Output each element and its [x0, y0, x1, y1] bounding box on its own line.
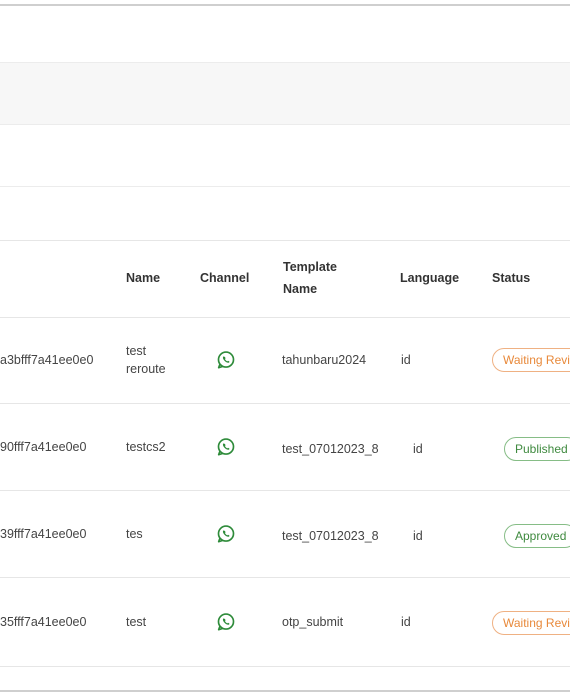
filter-row-3 [0, 125, 570, 187]
filter-row-1 [0, 6, 570, 63]
template-name: tahunbaru2024 [282, 353, 367, 367]
filter-row-4 [0, 187, 570, 241]
whatsapp-icon [217, 613, 235, 631]
template-display-name: testcs2 [126, 440, 166, 454]
template-language: id [413, 442, 423, 456]
column-header-channel[interactable]: Channel [200, 267, 249, 289]
whatsapp-icon [217, 525, 235, 543]
template-id: 90fff7a41ee0e0 [0, 440, 87, 454]
whatsapp-icon [217, 438, 235, 456]
status-badge: Published [504, 437, 570, 461]
bottom-border [0, 690, 570, 692]
template-language: id [413, 529, 423, 543]
status-badge: Approved [504, 524, 570, 548]
template-id: 35fff7a41ee0e0 [0, 615, 87, 629]
table-row[interactable]: 39fff7a41ee0e0 tes test_07012023_8 id Ap… [0, 491, 570, 578]
table-row[interactable]: 35fff7a41ee0e0 test otp_submit id Waitin… [0, 578, 570, 667]
template-display-name: tes [126, 527, 143, 541]
table-row[interactable]: a3bfff7a41ee0e0 test reroute tahunbaru20… [0, 317, 570, 404]
filter-row-2 [0, 63, 570, 125]
template-name: test_07012023_8 [282, 529, 379, 543]
column-header-language[interactable]: Language [400, 267, 459, 289]
template-language: id [401, 353, 411, 367]
template-id: 39fff7a41ee0e0 [0, 527, 87, 541]
status-badge: Waiting Revie [492, 611, 570, 635]
template-id: a3bfff7a41ee0e0 [0, 353, 94, 367]
status-badge: Waiting Revie [492, 348, 570, 372]
template-display-name: test [126, 615, 147, 629]
whatsapp-icon [217, 351, 235, 369]
template-display-name: test reroute [126, 344, 166, 376]
column-header-name[interactable]: Name [126, 267, 160, 289]
column-header-status[interactable]: Status [492, 267, 530, 289]
column-header-template-name[interactable]: Template Name [283, 256, 353, 300]
template-name: test_07012023_8 [282, 442, 379, 456]
table-row[interactable]: 90fff7a41ee0e0 testcs2 test_07012023_8 i… [0, 404, 570, 491]
template-name: otp_submit [282, 615, 344, 629]
template-language: id [401, 615, 411, 629]
